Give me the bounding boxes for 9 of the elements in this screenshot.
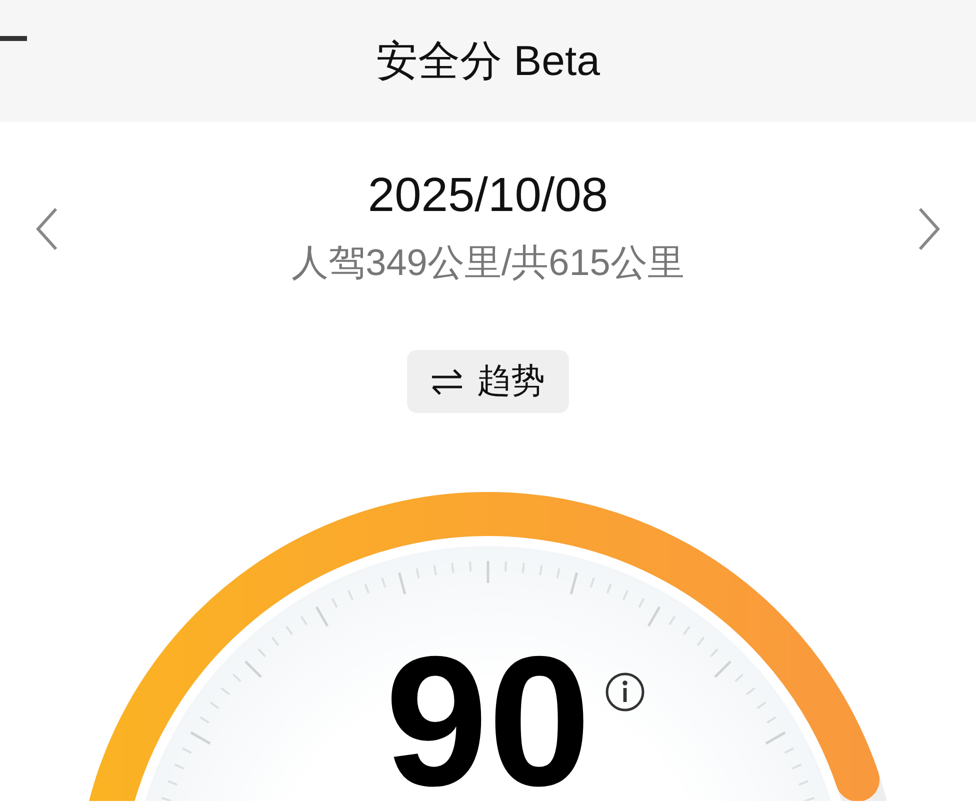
chevron-left-icon bbox=[35, 207, 59, 251]
chevron-right-icon bbox=[917, 207, 941, 251]
distance-summary: 人驾349公里/共615公里 bbox=[292, 244, 684, 281]
date-label: 2025/10/08 bbox=[368, 172, 608, 220]
info-icon[interactable] bbox=[605, 672, 645, 712]
page-title: 安全分 Beta bbox=[376, 40, 600, 82]
trend-button[interactable]: 趋势 bbox=[407, 350, 569, 413]
safety-score: 90 bbox=[385, 630, 591, 801]
swap-arrows-icon bbox=[431, 368, 463, 394]
